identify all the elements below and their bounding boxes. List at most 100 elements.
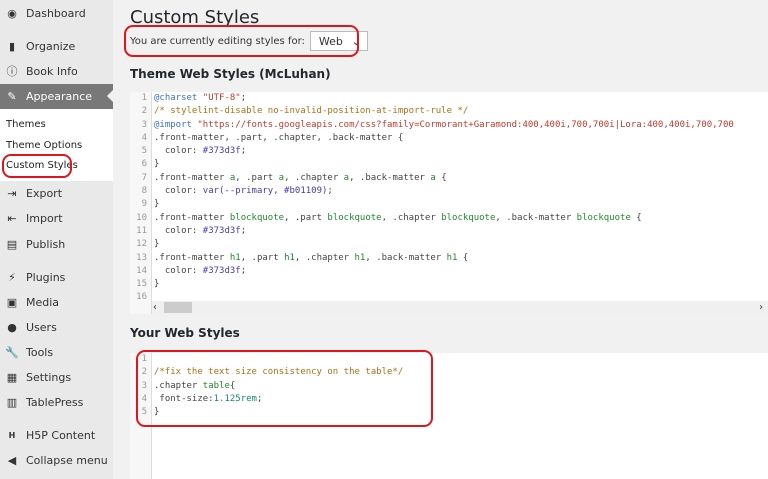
h5p-icon: H [8, 430, 16, 440]
wrench-icon: 🔧 [5, 345, 19, 359]
sidebar-item-tablepress[interactable]: ▥ TablePress [0, 390, 113, 414]
book-icon: ▮ [8, 39, 16, 53]
code-token: , .part [235, 172, 279, 183]
code-text: /* stylelint-disable no-invalid-position… [150, 105, 468, 118]
submenu-theme-options[interactable]: Theme Options [6, 140, 82, 151]
sidebar-item-label: Organize [26, 39, 76, 53]
sidebar-item-collapse-menu[interactable]: ◀ Collapse menu [0, 448, 113, 472]
code-token: } [154, 239, 160, 250]
sidebar-item-import[interactable]: ⇤ Import [0, 206, 113, 230]
code-token: { [457, 252, 469, 263]
line-number: 3 [141, 119, 147, 130]
sidebar-item-label: Collapse menu [26, 453, 108, 467]
highlight-ring [124, 25, 359, 57]
code-token: blockquote [327, 212, 382, 223]
code-token: .front-matter [154, 212, 230, 223]
code-line: 8 color: var(--primary, #b01109); [130, 185, 734, 198]
code-token: #373d3f [202, 146, 241, 157]
code-text: .front-matter, .part, .chapter, .back-ma… [150, 132, 403, 145]
code-line: 3 @import "https://fonts.googleapis.com/c… [130, 119, 734, 132]
sidebar-item-publish[interactable]: ▤ Publish [0, 232, 113, 256]
code-token: , .part [284, 212, 328, 223]
settings-icon: ▦ [6, 370, 18, 384]
line-number: 2 [141, 106, 147, 117]
admin-sidebar: ◉ Dashboard ▮ Organize ⓘ Book Info ✎ Appearance… [0, 0, 113, 479]
code-token: h1 [446, 252, 458, 263]
code-token: .front-matter [154, 252, 230, 263]
media-icon: ▣ [6, 295, 18, 309]
sidebar-item-label: Book Info [26, 64, 78, 78]
scroll-right-icon[interactable]: › [758, 302, 764, 313]
code-token: , .chapter [284, 172, 344, 183]
code-token: /* stylelint-disable no-invalid-position… [154, 106, 469, 117]
code-line: 14 color: #373d3f; [130, 265, 734, 278]
code-token: color: [154, 186, 203, 197]
sidebar-item-settings[interactable]: ▦ Settings [0, 365, 113, 389]
sidebar-item-label: Dashboard [26, 6, 86, 20]
line-number: 16 [136, 292, 147, 303]
sidebar-item-users[interactable]: ● Users [0, 315, 113, 339]
code-text: color: var(--primary, #b01109); [150, 185, 333, 198]
theme-styles-heading: Theme Web Styles (McLuhan) [130, 67, 331, 81]
sidebar-item-book-info[interactable]: ⓘ Book Info [0, 59, 113, 83]
sidebar-item-label: Publish [26, 237, 66, 251]
code-token: } [154, 159, 160, 170]
submenu-themes[interactable]: Themes [6, 119, 46, 130]
code-line: 11 color: #373d3f; [130, 225, 734, 238]
code-line: 12} [130, 238, 734, 251]
sidebar-item-label: Import [26, 211, 63, 225]
line-number: 13 [136, 252, 147, 263]
sidebar-item-label: Tools [26, 345, 54, 359]
theme-styles-editor[interactable]: 1 @charset "UTF-8"; 2 /* stylelint-disable … [130, 92, 768, 314]
code-token: { [435, 172, 447, 183]
code-text: } [150, 238, 159, 251]
code-token: @charset [154, 93, 198, 103]
code-text: .front-matter blockquote, .part blockquo… [150, 212, 642, 225]
sidebar-item-label: Export [26, 186, 63, 200]
line-number: 5 [141, 146, 147, 157]
code-token: "https://fonts.googleapis.com/css?family… [191, 119, 734, 130]
code-line: 6} [130, 158, 734, 171]
sidebar-item-label: Plugins [26, 270, 66, 284]
sidebar-item-label: Media [26, 295, 60, 309]
scroll-thumb[interactable] [164, 302, 193, 313]
code-line: 15} [130, 278, 734, 291]
highlight-ring [2, 154, 72, 178]
sidebar-item-dashboard[interactable]: ◉ Dashboard [0, 1, 113, 25]
code-token: h1 [284, 252, 295, 263]
sidebar-item-organize[interactable]: ▮ Organize [0, 34, 113, 58]
code-text: @charset "UTF-8"; [150, 92, 246, 105]
code-text: } [150, 158, 159, 171]
code-line: 9} [130, 198, 734, 211]
main-content: Custom Styles You are currently editing … [113, 0, 768, 479]
code-text: .front-matter a, .part a, .chapter a, .b… [150, 172, 447, 185]
code-text: .front-matter h1, .part h1, .chapter h1,… [150, 252, 468, 265]
code-token: #373d3f [202, 265, 241, 276]
sidebar-item-appearance[interactable]: ✎ Appearance [0, 84, 113, 109]
code-token: , .chapter [381, 212, 442, 223]
line-number: 6 [141, 159, 147, 170]
code-token: { [630, 212, 642, 223]
line-number: 12 [136, 239, 147, 250]
code-text: } [150, 278, 159, 291]
dashboard-icon: ◉ [7, 6, 17, 20]
code-line: 1 @charset "UTF-8"; [130, 92, 734, 105]
line-number: 1 [141, 93, 147, 103]
code-token: , .part [240, 252, 285, 263]
sidebar-item-plugins[interactable]: ⚡ Plugins [0, 265, 113, 289]
sidebar-item-export[interactable]: ⇥ Export [0, 181, 113, 205]
code-text: color: #373d3f; [150, 145, 246, 158]
scroll-left-icon[interactable]: ‹ [152, 302, 158, 313]
code-token: .front-matter [154, 172, 230, 183]
horizontal-scrollbar[interactable]: ‹ › [152, 301, 768, 314]
code-token: color: [154, 225, 203, 236]
sidebar-item-h5p-content[interactable]: H H5P Content [0, 423, 113, 447]
sidebar-item-tools[interactable]: 🔧 Tools [0, 340, 113, 364]
code-token: #373d3f [202, 225, 241, 236]
sidebar-item-media[interactable]: ▣ Media [0, 290, 113, 314]
code-line: 5 color: #373d3f; [130, 145, 734, 158]
line-number: 14 [136, 265, 147, 276]
code-token: blockquote [229, 212, 285, 223]
code-token: } [154, 199, 160, 210]
code-line: 10 .front-matter blockquote, .part blockq… [130, 212, 734, 225]
